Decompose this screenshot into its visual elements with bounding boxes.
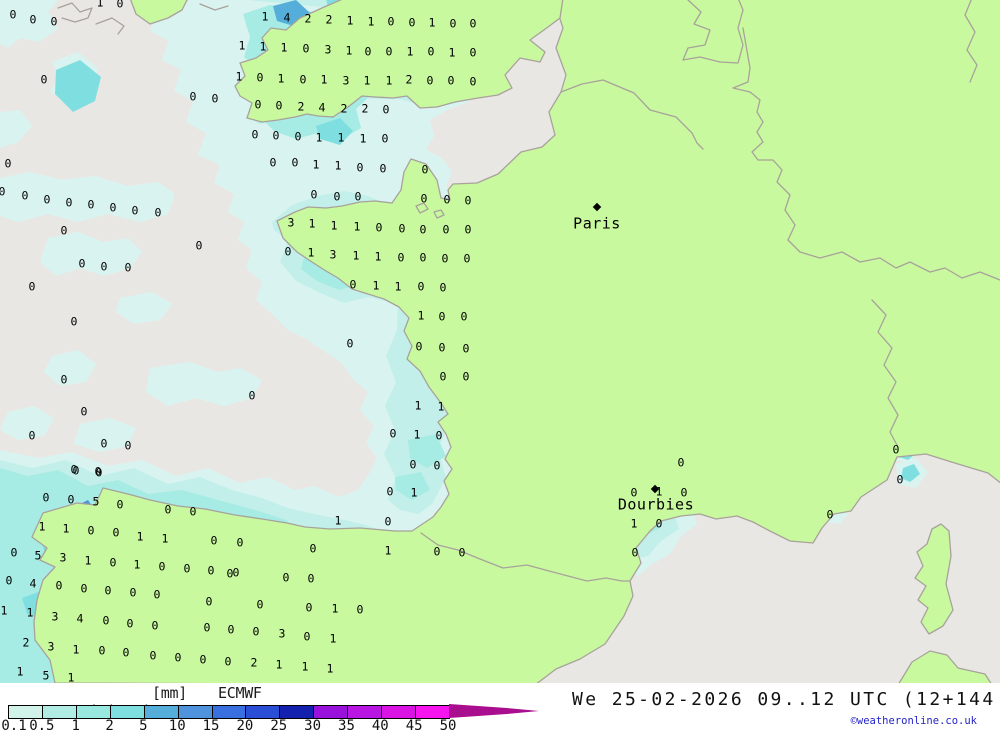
precipitation-map: 1422110010011103100101010101311200000242… <box>0 0 1000 683</box>
legend-tick-label: 15 <box>202 718 220 733</box>
legend-segment <box>110 706 145 718</box>
legend-tick-label: 5 <box>139 718 148 733</box>
city-label: Paris <box>573 214 621 233</box>
city-dot-icon <box>650 484 660 494</box>
legend-tick-label: 2 <box>105 718 114 733</box>
legend-tick-label: 10 <box>168 718 186 733</box>
legend-tick-label: 50 <box>439 718 457 733</box>
legend-segment <box>416 706 449 718</box>
legend-segment <box>314 706 349 718</box>
legend-segment <box>178 706 213 718</box>
legend-model-label: ECMWF <box>218 684 262 702</box>
weather-map-screen: 1422110010011103100101010101311200000242… <box>0 0 1000 733</box>
legend-tick-label: 30 <box>304 718 322 733</box>
legend-segment <box>9 706 43 718</box>
legend-segment <box>382 706 417 718</box>
legend-footer: Precipitation [mm] ECMWF 0.10.5125101520… <box>0 683 1000 733</box>
legend-color-scale <box>8 705 450 719</box>
legend-tick-label: 1 <box>71 718 80 733</box>
city-labels-layer: Paris Dourbies <box>0 0 1000 683</box>
legend-segment <box>212 706 247 718</box>
legend-tick-label: 45 <box>405 718 423 733</box>
city-dot-icon <box>592 202 602 212</box>
city-label: Dourbies <box>617 495 695 514</box>
copyright-link[interactable]: ©weatheronline.co.uk <box>851 715 977 727</box>
legend-tick-labels: 0.1 0.5 1 2 5 10 15 20 25 30 35 40 45 50 <box>0 719 560 733</box>
legend-tick-label: 25 <box>270 718 288 733</box>
forecast-datetime: We 25-02-2026 09..12 UTC (12+144 <box>572 689 996 710</box>
legend-tick-label: 35 <box>338 718 355 733</box>
legend-segment <box>280 706 315 718</box>
legend-segment <box>42 706 77 718</box>
legend-tick-label: 0.1 <box>1 718 27 733</box>
legend-segment <box>76 706 111 718</box>
legend-arrow-icon <box>449 704 539 718</box>
legend-segment <box>144 706 179 718</box>
legend-segment <box>348 706 383 718</box>
legend-unit-label: [mm] <box>152 684 187 702</box>
legend-segment <box>246 706 281 718</box>
legend-tick-label: 0.5 <box>29 718 55 733</box>
legend-tick-label: 20 <box>236 718 254 733</box>
legend-tick-label: 40 <box>371 718 389 733</box>
